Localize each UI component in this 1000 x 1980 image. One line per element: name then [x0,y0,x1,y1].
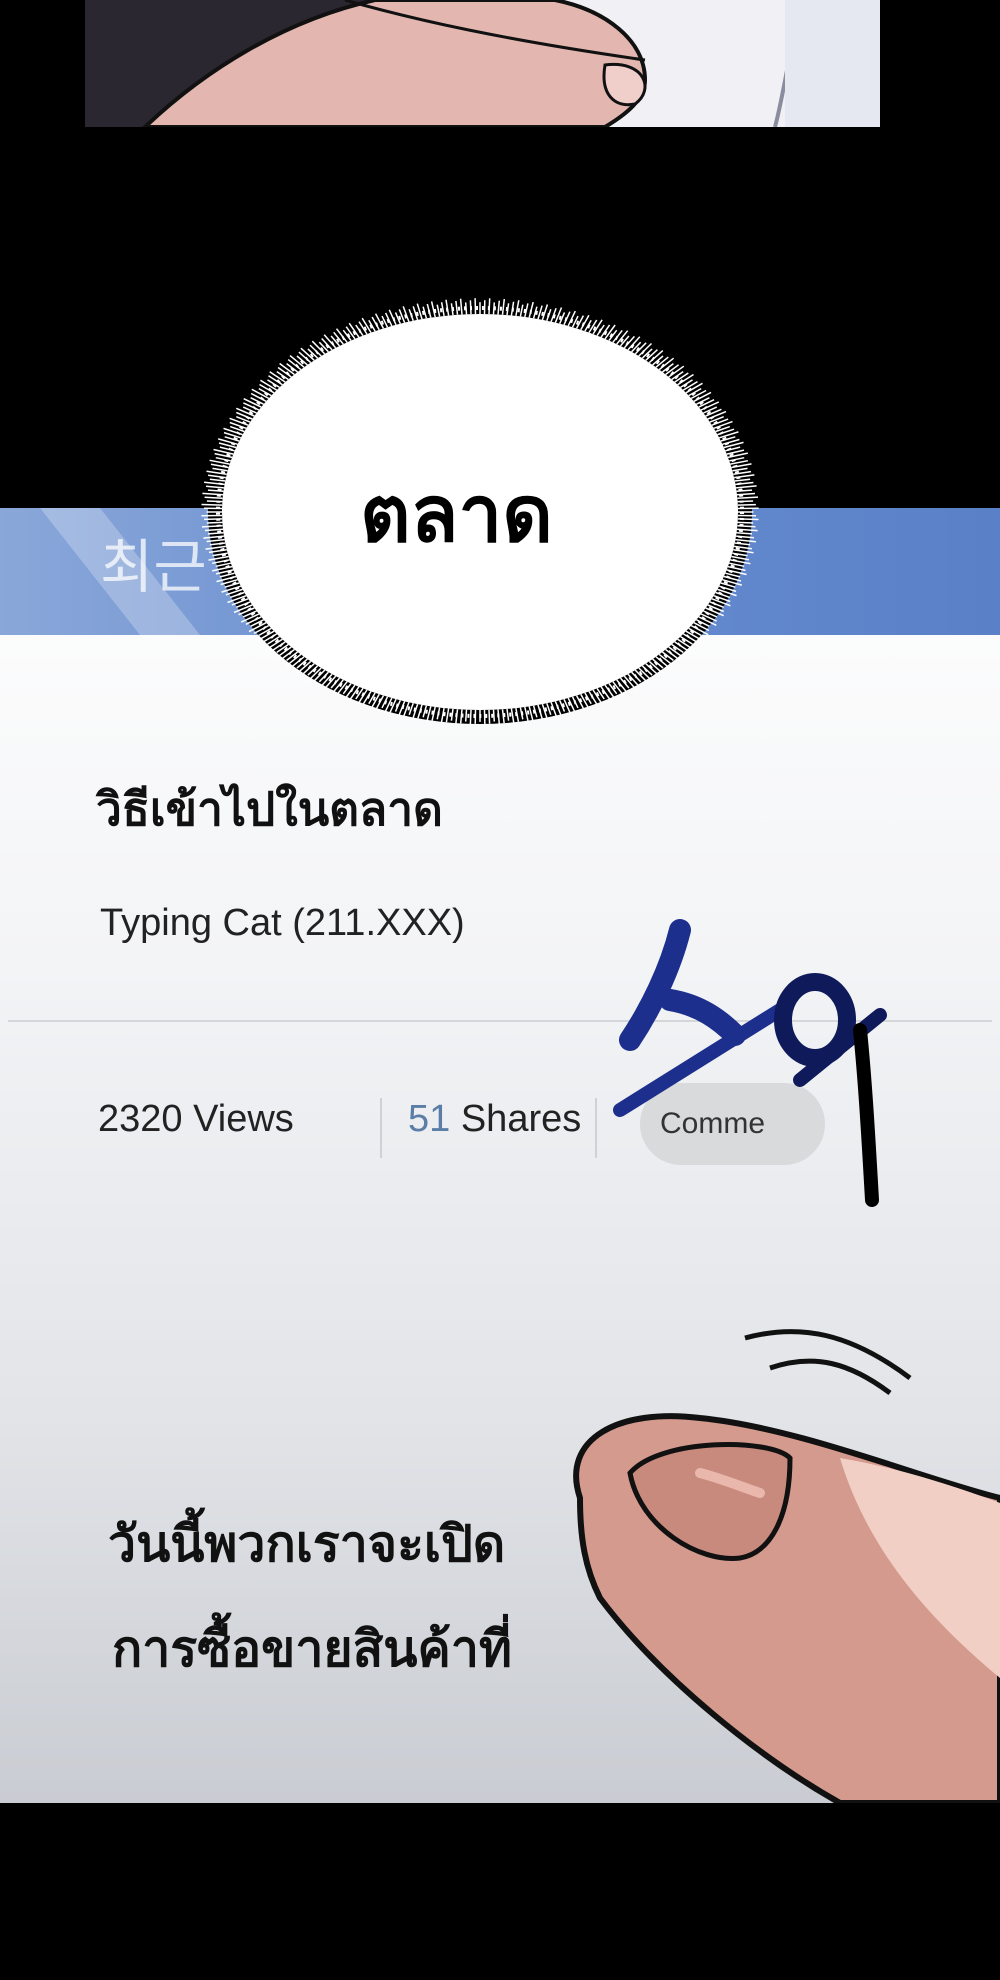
share-label: Shares [450,1098,582,1140]
share-number: 51 [408,1098,451,1140]
sound-effect-text: 스윽 [0,0,1,1]
stat-separator [380,1098,382,1158]
stat-separator [595,1098,597,1158]
header-label: 최근 [100,533,207,601]
caption-line-1: วันนี้พวกเราจะเปิด [108,1515,506,1573]
view-count: 2320 Views [98,1098,294,1140]
top-comic-panel [85,0,880,127]
share-count[interactable]: 51 Shares [408,1098,581,1141]
sound-effect [613,919,887,1207]
post-title[interactable]: วิธีเข้าไปในตลาด [96,773,443,846]
finger-illustration [573,1413,1000,1803]
caption-line-2: การซื้อขายสินค้าที่ [112,1620,512,1678]
motion-lines [744,1329,912,1396]
speech-bubble-text: ตลาด [360,470,553,560]
hand-illustration [85,0,880,127]
post-author: Typing Cat (211.XXX) [100,902,465,944]
